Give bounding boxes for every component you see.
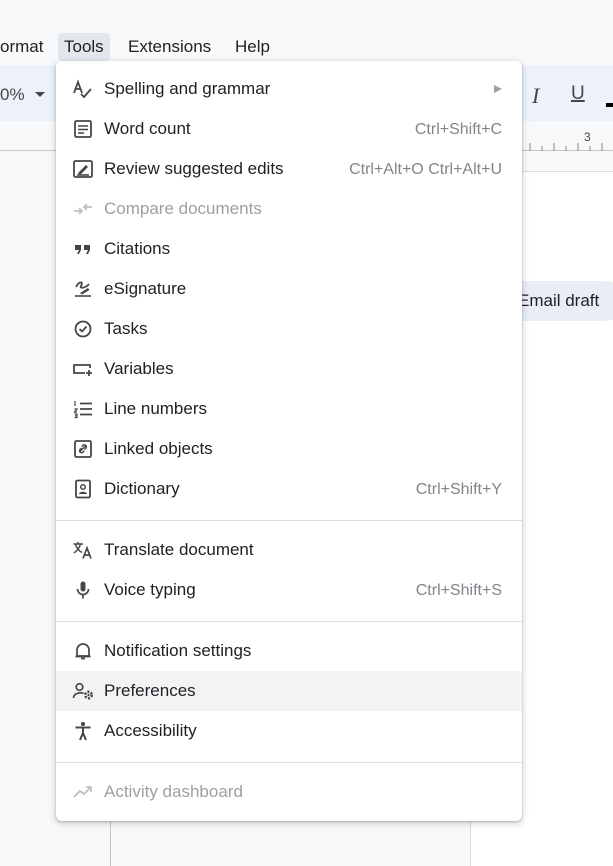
italic-button[interactable]: I: [532, 83, 539, 109]
menu-format[interactable]: ormat: [0, 33, 49, 61]
word-count-shortcut: Ctrl+Shift+C: [414, 121, 502, 138]
menu-item-citations[interactable]: Citations: [56, 229, 522, 269]
underline-button[interactable]: U: [571, 83, 585, 105]
spellcheck-icon: [72, 79, 94, 99]
dictionary-icon: [72, 479, 94, 499]
voice-typing-shortcut: Ctrl+Shift+S: [415, 582, 502, 599]
trending-up-icon: [72, 782, 94, 802]
zoom-value[interactable]: 0%: [0, 85, 25, 105]
linked-objects-icon: [72, 439, 94, 459]
menu-item-linked-objects[interactable]: Linked objects: [56, 429, 522, 469]
ruler-ticks: [529, 143, 603, 151]
menu-item-word-count[interactable]: Word count Ctrl+Shift+C: [56, 109, 522, 149]
text-color-icon[interactable]: [606, 103, 613, 107]
menu-extensions[interactable]: Extensions: [122, 33, 217, 61]
menu-item-translate-document[interactable]: Translate document: [56, 530, 522, 570]
variables-icon: [72, 359, 94, 379]
menu-item-notification-settings[interactable]: Notification settings: [56, 631, 522, 671]
menu-divider: [56, 520, 522, 521]
menu-item-line-numbers[interactable]: Line numbers: [56, 389, 522, 429]
preferences-icon: [72, 681, 94, 701]
menu-item-activity-dashboard[interactable]: Activity dashboard: [56, 772, 522, 812]
menu-item-compare-documents[interactable]: Compare documents: [56, 189, 522, 229]
tools-menu: Spelling and grammar Word count Ctrl+Shi…: [56, 61, 522, 821]
menu-item-review-suggested-edits[interactable]: Review suggested edits Ctrl+Alt+O Ctrl+A…: [56, 149, 522, 189]
accessibility-icon: [72, 721, 94, 741]
menu-divider: [56, 762, 522, 763]
menu-item-variables[interactable]: Variables: [56, 349, 522, 389]
task-check-icon: [72, 319, 94, 339]
menu-item-voice-typing[interactable]: Voice typing Ctrl+Shift+S: [56, 570, 522, 610]
menu-item-dictionary[interactable]: Dictionary Ctrl+Shift+Y: [56, 469, 522, 509]
microphone-icon: [72, 580, 94, 600]
menu-item-preferences[interactable]: Preferences: [56, 671, 522, 711]
menu-divider: [56, 621, 522, 622]
menu-item-accessibility[interactable]: Accessibility: [56, 711, 522, 751]
menu-item-esignature[interactable]: eSignature: [56, 269, 522, 309]
menu-help[interactable]: Help: [229, 33, 276, 61]
menu-item-spelling-and-grammar[interactable]: Spelling and grammar: [56, 69, 522, 109]
menu-tools[interactable]: Tools: [58, 33, 110, 61]
dictionary-shortcut: Ctrl+Shift+Y: [415, 481, 502, 498]
review-edits-shortcut: Ctrl+Alt+O Ctrl+Alt+U: [349, 161, 502, 178]
review-edits-icon: [72, 159, 94, 179]
signature-icon: [72, 279, 94, 299]
quote-icon: [72, 239, 94, 259]
ruler-number: 3: [584, 130, 591, 144]
word-count-icon: [72, 119, 94, 139]
email-draft-chip-label: Email draft: [518, 291, 600, 310]
bell-icon: [72, 641, 94, 661]
line-numbers-icon: [72, 399, 94, 419]
compare-icon: [72, 199, 94, 219]
menu-item-tasks[interactable]: Tasks: [56, 309, 522, 349]
submenu-arrow-icon: [494, 85, 502, 93]
translate-icon: [72, 540, 94, 560]
zoom-dropdown-icon[interactable]: [35, 92, 45, 97]
